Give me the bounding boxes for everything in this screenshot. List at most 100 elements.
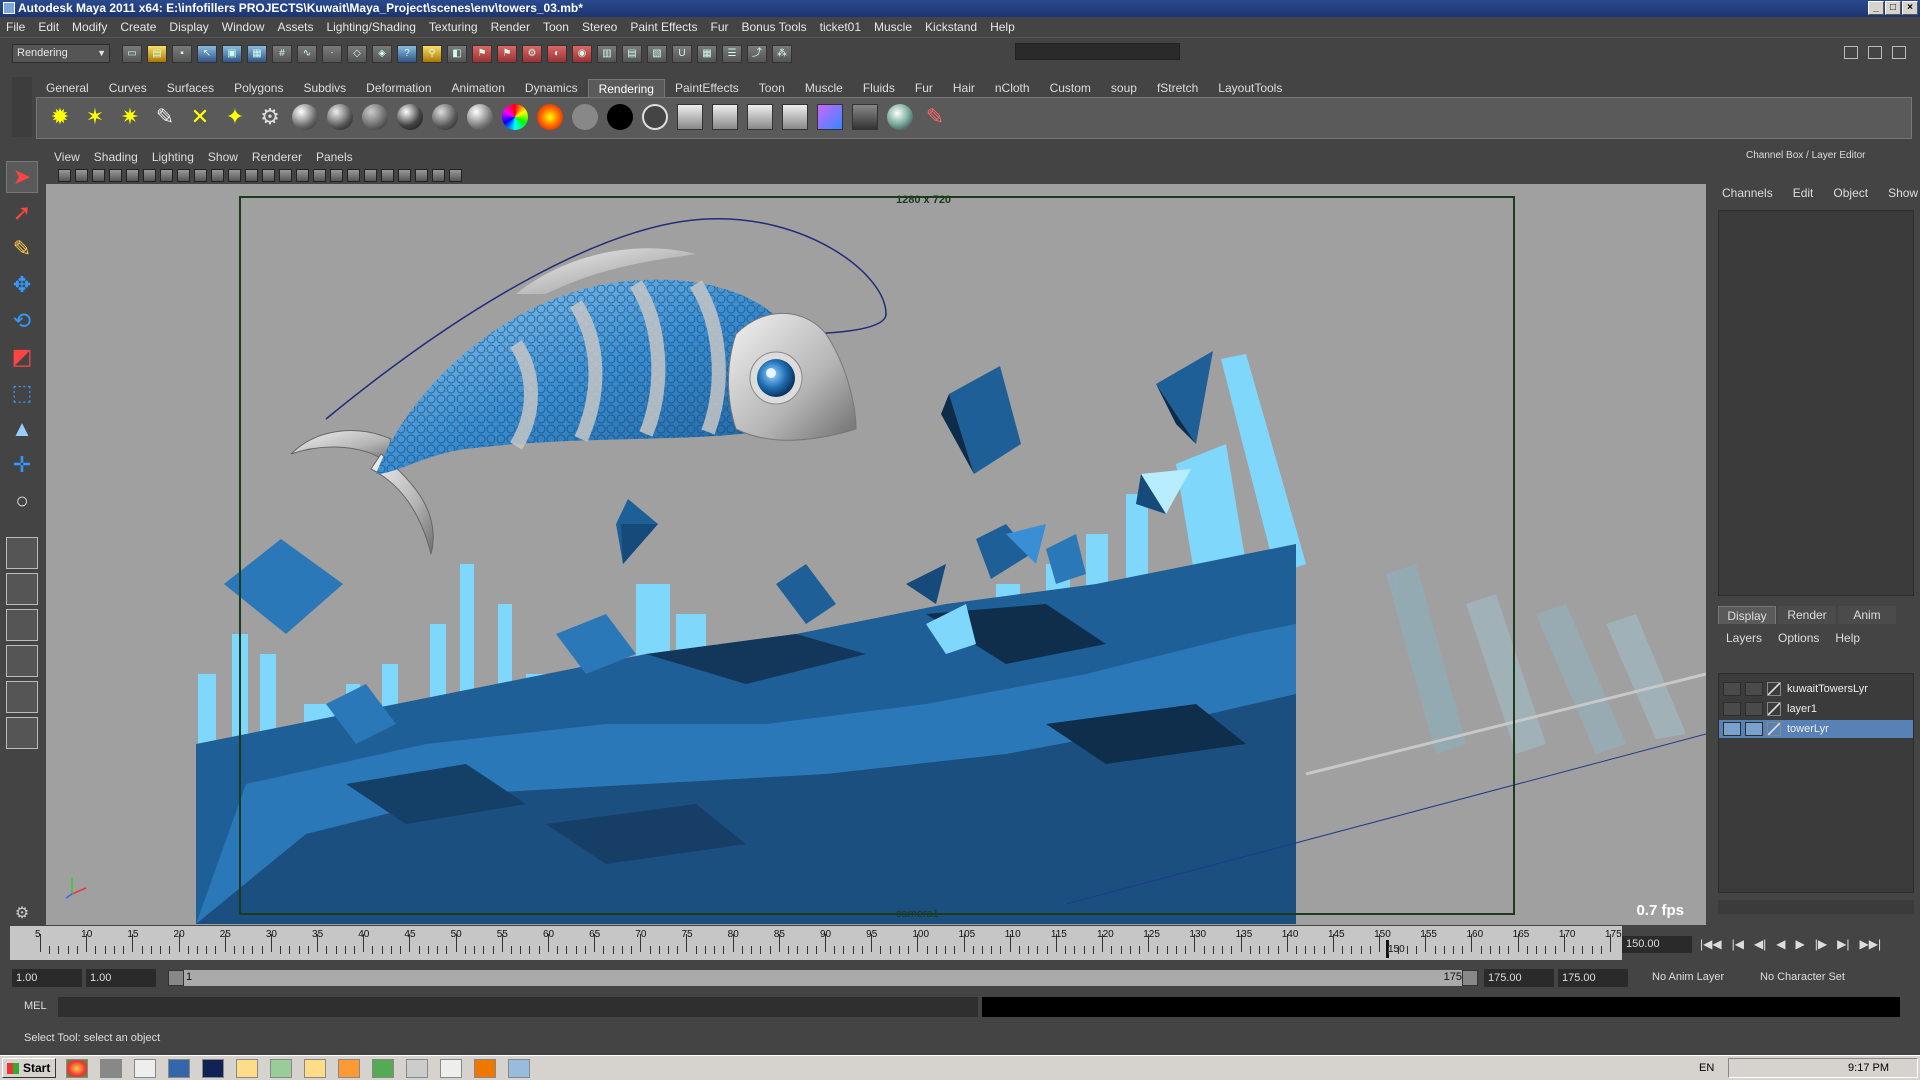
channel-box-menu-show[interactable]: Show <box>1888 186 1918 200</box>
folder-icon[interactable] <box>236 1059 258 1078</box>
camera-attributes-icon[interactable] <box>75 168 88 182</box>
render-diagnostics-icon[interactable] <box>780 102 810 132</box>
scene-view[interactable]: 1280 x 720 camera1 0.7 fps <box>46 184 1706 925</box>
smooth-shade-icon[interactable] <box>296 168 309 182</box>
layer-row-layer1[interactable]: layer1 <box>1719 700 1913 718</box>
firefox-icon[interactable] <box>338 1059 360 1078</box>
tool-settings-icon[interactable]: ▦ <box>697 45 717 63</box>
area-light-icon[interactable]: ✕ <box>185 102 215 132</box>
persp-graph-hypergraph-layout-icon[interactable] <box>6 717 38 749</box>
persp-graph-layout-icon[interactable] <box>6 645 38 677</box>
select-object-icon[interactable]: ▣ <box>222 45 242 63</box>
start-time-field[interactable]: 1.00 <box>12 969 82 987</box>
texture-icon[interactable] <box>815 102 845 132</box>
character-set-select[interactable]: No Character Set <box>1760 971 1845 983</box>
tab-painteffects[interactable]: PaintEffects <box>665 79 749 97</box>
go-to-end-button[interactable]: ▶▶| <box>1859 937 1881 951</box>
shading-map-icon[interactable] <box>535 102 565 132</box>
maya-taskbar-icon[interactable] <box>134 1059 156 1078</box>
language-indicator[interactable]: EN <box>1699 1062 1714 1074</box>
wireframe-icon[interactable] <box>279 168 292 182</box>
render-view-icon[interactable]: ◉ <box>572 45 592 63</box>
graph-editor-icon[interactable]: ⤴ <box>747 45 767 63</box>
paint-select-tool-icon[interactable]: ✎ <box>6 233 38 265</box>
layer-visibility-toggle[interactable] <box>1723 702 1741 716</box>
mel-input[interactable] <box>58 997 978 1017</box>
play-forwards-button[interactable]: ▶ <box>1796 937 1805 951</box>
lambert-shader-icon[interactable] <box>360 102 390 132</box>
minimize-button[interactable]: _ <box>1868 1 1884 15</box>
construction-history-icon[interactable]: ⚲ <box>422 45 442 63</box>
viewport-menu-view[interactable]: View <box>54 150 80 164</box>
menu-display[interactable]: Display <box>169 20 208 34</box>
layer-row-towerlyr[interactable]: towerLyr <box>1719 720 1913 738</box>
attribute-editor-icon[interactable]: ▧ <box>647 45 667 63</box>
tab-fur[interactable]: Fur <box>905 79 943 97</box>
quick-command-field[interactable] <box>1015 43 1180 60</box>
ambient-light-icon[interactable]: ✹ <box>45 102 75 132</box>
rotate-tool-icon[interactable]: ⟲ <box>6 305 38 337</box>
environment-ball-icon[interactable] <box>885 102 915 132</box>
open-scene-icon[interactable]: ▤ <box>147 45 167 63</box>
render-region-icon[interactable] <box>850 102 880 132</box>
menu-render[interactable]: Render <box>491 20 530 34</box>
go-to-start-button[interactable]: |◀◀ <box>1700 937 1722 951</box>
playback-start-field[interactable]: 1.00 <box>86 969 156 987</box>
save-scene-icon[interactable]: ▪ <box>172 45 192 63</box>
tab-subdivs[interactable]: Subdivs <box>293 79 356 97</box>
sidebar-toggle-icon[interactable]: ▥ <box>597 45 617 63</box>
xray-components-icon[interactable] <box>449 168 462 182</box>
tab-soup[interactable]: soup <box>1101 79 1147 97</box>
scale-tool-icon[interactable]: ◩ <box>6 341 38 373</box>
select-camera-icon[interactable] <box>58 168 71 182</box>
resolution-gate-icon[interactable] <box>194 168 207 182</box>
shadows-icon[interactable] <box>381 168 394 182</box>
menu-help[interactable]: Help <box>990 20 1015 34</box>
ipr-render-icon[interactable]: ⚑ <box>497 45 517 63</box>
hypershade-icon[interactable]: ◐ <box>547 45 567 63</box>
viewport-panel[interactable]: View Shading Lighting Show Renderer Pane… <box>46 148 1706 925</box>
render-current-icon[interactable]: ⚑ <box>472 45 492 63</box>
tab-muscle[interactable]: Muscle <box>795 79 853 97</box>
viewport-menu-show[interactable]: Show <box>208 150 238 164</box>
soft-mod-tool-icon[interactable]: ▲ <box>6 413 38 445</box>
end-time-field[interactable]: 175.00 <box>1558 969 1628 987</box>
phong-shader-icon[interactable] <box>395 102 425 132</box>
universal-manipulator-icon[interactable]: ⬚ <box>6 377 38 409</box>
ramp-shader-icon[interactable] <box>500 102 530 132</box>
film-gate-icon[interactable] <box>177 168 190 182</box>
paint-brush-icon[interactable]: ✎ <box>920 102 950 132</box>
select-tool-icon[interactable]: ➤ <box>6 161 38 193</box>
toggle-attribute-editor-icon[interactable] <box>1844 46 1858 59</box>
safe-title-icon[interactable] <box>262 168 275 182</box>
tab-render[interactable]: Render <box>1778 606 1836 624</box>
toolbox-options-icon[interactable]: ⚙ <box>6 897 38 929</box>
new-scene-icon[interactable]: ▭ <box>122 45 142 63</box>
layer-color-swatch[interactable] <box>1767 722 1781 736</box>
menu-create[interactable]: Create <box>120 20 156 34</box>
background-shader-icon[interactable] <box>640 102 670 132</box>
select-component-icon[interactable]: ▦ <box>247 45 267 63</box>
after-effects-icon[interactable] <box>168 1059 190 1078</box>
snap-grid-icon[interactable]: # <box>272 45 292 63</box>
folder2-icon[interactable] <box>304 1059 326 1078</box>
time-slider[interactable]: 150 5 10 15 20 25 30 35 40 45 50 55 60 65 70 75 80 85 90 9… <box>10 926 1622 960</box>
shelf-menu-handle[interactable] <box>12 77 32 137</box>
tab-fstretch[interactable]: fStretch <box>1147 79 1208 97</box>
persp-hypershade-layout-icon[interactable] <box>6 681 38 713</box>
tab-ncloth[interactable]: nCloth <box>985 79 1040 97</box>
safe-action-icon[interactable] <box>245 168 258 182</box>
camera-icon[interactable]: ⚙ <box>255 102 285 132</box>
layer-display-type-toggle[interactable] <box>1745 722 1763 736</box>
help-icon[interactable]: ? <box>397 45 417 63</box>
menu-kickstand[interactable]: Kickstand <box>925 20 977 34</box>
layer-menu-help[interactable]: Help <box>1835 631 1860 645</box>
tab-toon[interactable]: Toon <box>749 79 795 97</box>
all-lights-icon[interactable] <box>364 168 377 182</box>
input-ops-icon[interactable]: ◧ <box>447 45 467 63</box>
document-icon[interactable] <box>508 1059 530 1078</box>
anim-layer-select[interactable]: No Anim Layer <box>1652 971 1724 983</box>
menu-modify[interactable]: Modify <box>72 20 107 34</box>
gate-mask-icon[interactable] <box>211 168 224 182</box>
persp-outliner-layout-icon[interactable] <box>6 609 38 641</box>
